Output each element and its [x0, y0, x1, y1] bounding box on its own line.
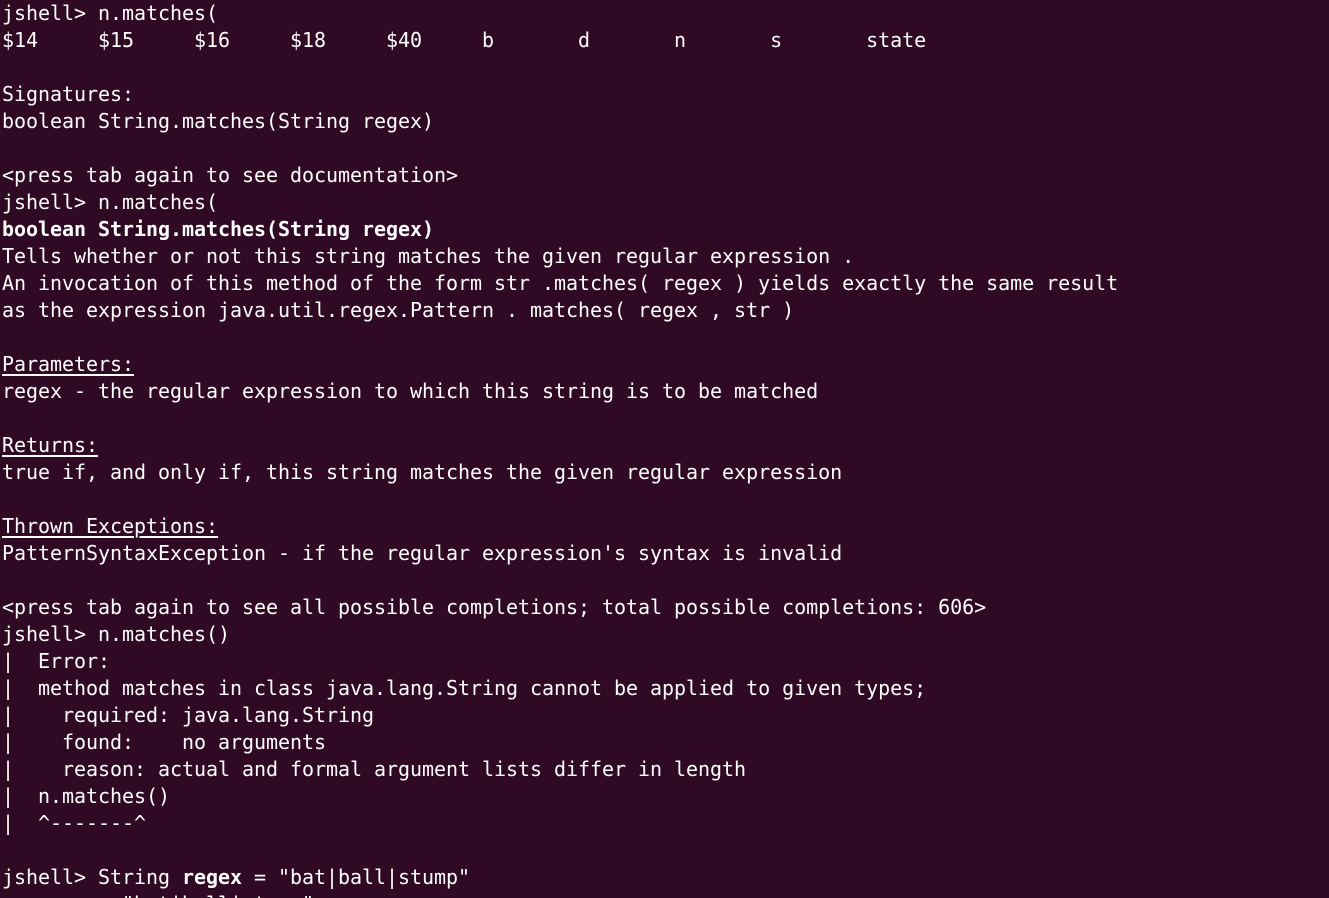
terminal-text: | found: no arguments	[2, 730, 327, 754]
terminal-text: jshell> n.matches(	[2, 190, 219, 214]
terminal-text: $14 $15 $16 $18 $40 b d n s state	[2, 28, 927, 52]
terminal-text: | ^-------^	[2, 811, 147, 835]
terminal-window[interactable]: jshell> n.matches( $14 $15 $16 $18 $40 b …	[0, 0, 1329, 898]
terminal-text: | reason: actual and formal argument lis…	[2, 757, 747, 781]
terminal-text: Signatures:	[2, 82, 135, 106]
terminal-line: true if, and only if, this string matche…	[2, 459, 1329, 486]
terminal-line: boolean String.matches(String regex)	[2, 216, 1329, 243]
terminal-line: Thrown Exceptions:	[2, 513, 1329, 540]
terminal-text: An invocation of this method of the form…	[2, 271, 1119, 295]
terminal-line: regex ==> "bat|ball|stump"	[2, 891, 1329, 898]
terminal-text: true if, and only if, this string matche…	[2, 460, 843, 484]
terminal-line: jshell> n.matches(	[2, 189, 1329, 216]
terminal-line: jshell> n.matches(	[2, 0, 1329, 27]
terminal-line: jshell> String regex = "bat|ball|stump"	[2, 864, 1329, 891]
terminal-text: <press tab again to see documentation>	[2, 163, 459, 187]
terminal-text-segment: jshell> String	[2, 865, 183, 889]
terminal-text: | method matches in class java.lang.Stri…	[2, 676, 927, 700]
terminal-line: boolean String.matches(String regex)	[2, 108, 1329, 135]
terminal-line: | Error:	[2, 648, 1329, 675]
terminal-text: regex - the regular expression to which …	[2, 379, 819, 403]
terminal-text: Thrown Exceptions:	[2, 514, 219, 538]
terminal-line: as the expression java.util.regex.Patter…	[2, 297, 1329, 324]
terminal-text: <press tab again to see all possible com…	[2, 595, 987, 619]
terminal-line: <press tab again to see all possible com…	[2, 594, 1329, 621]
terminal-line: | found: no arguments	[2, 729, 1329, 756]
terminal-line: regex - the regular expression to which …	[2, 378, 1329, 405]
terminal-line: PatternSyntaxException - if the regular …	[2, 540, 1329, 567]
terminal-line: | ^-------^	[2, 810, 1329, 837]
terminal-text: Tells whether or not this string matches…	[2, 244, 855, 268]
terminal-line: | method matches in class java.lang.Stri…	[2, 675, 1329, 702]
terminal-text: PatternSyntaxException - if the regular …	[2, 541, 843, 565]
terminal-line: jshell> n.matches()	[2, 621, 1329, 648]
terminal-text: boolean String.matches(String regex)	[2, 109, 435, 133]
terminal-text: | required: java.lang.String	[2, 703, 375, 727]
terminal-line: Parameters:	[2, 351, 1329, 378]
terminal-line: $14 $15 $16 $18 $40 b d n s state	[2, 27, 1329, 54]
terminal-line: An invocation of this method of the form…	[2, 270, 1329, 297]
terminal-text: | Error:	[2, 649, 111, 673]
terminal-line: Returns:	[2, 432, 1329, 459]
terminal-text-segment: regex	[182, 865, 243, 889]
terminal-text-segment: = "bat|ball|stump"	[242, 865, 471, 889]
terminal-text: | n.matches()	[2, 784, 171, 808]
terminal-text: Parameters:	[2, 352, 135, 376]
terminal-text: jshell> n.matches(	[2, 1, 219, 25]
terminal-text: jshell> n.matches()	[2, 622, 231, 646]
terminal-line: Signatures:	[2, 81, 1329, 108]
terminal-text: Returns:	[2, 433, 99, 457]
terminal-line: <press tab again to see documentation>	[2, 162, 1329, 189]
terminal-line: | reason: actual and formal argument lis…	[2, 756, 1329, 783]
terminal-text: as the expression java.util.regex.Patter…	[2, 298, 795, 322]
terminal-text: regex ==> "bat|ball|stump"	[2, 892, 314, 898]
terminal-line: | n.matches()	[2, 783, 1329, 810]
terminal-line: Tells whether or not this string matches…	[2, 243, 1329, 270]
terminal-text: boolean String.matches(String regex)	[2, 217, 435, 241]
terminal-line: | required: java.lang.String	[2, 702, 1329, 729]
